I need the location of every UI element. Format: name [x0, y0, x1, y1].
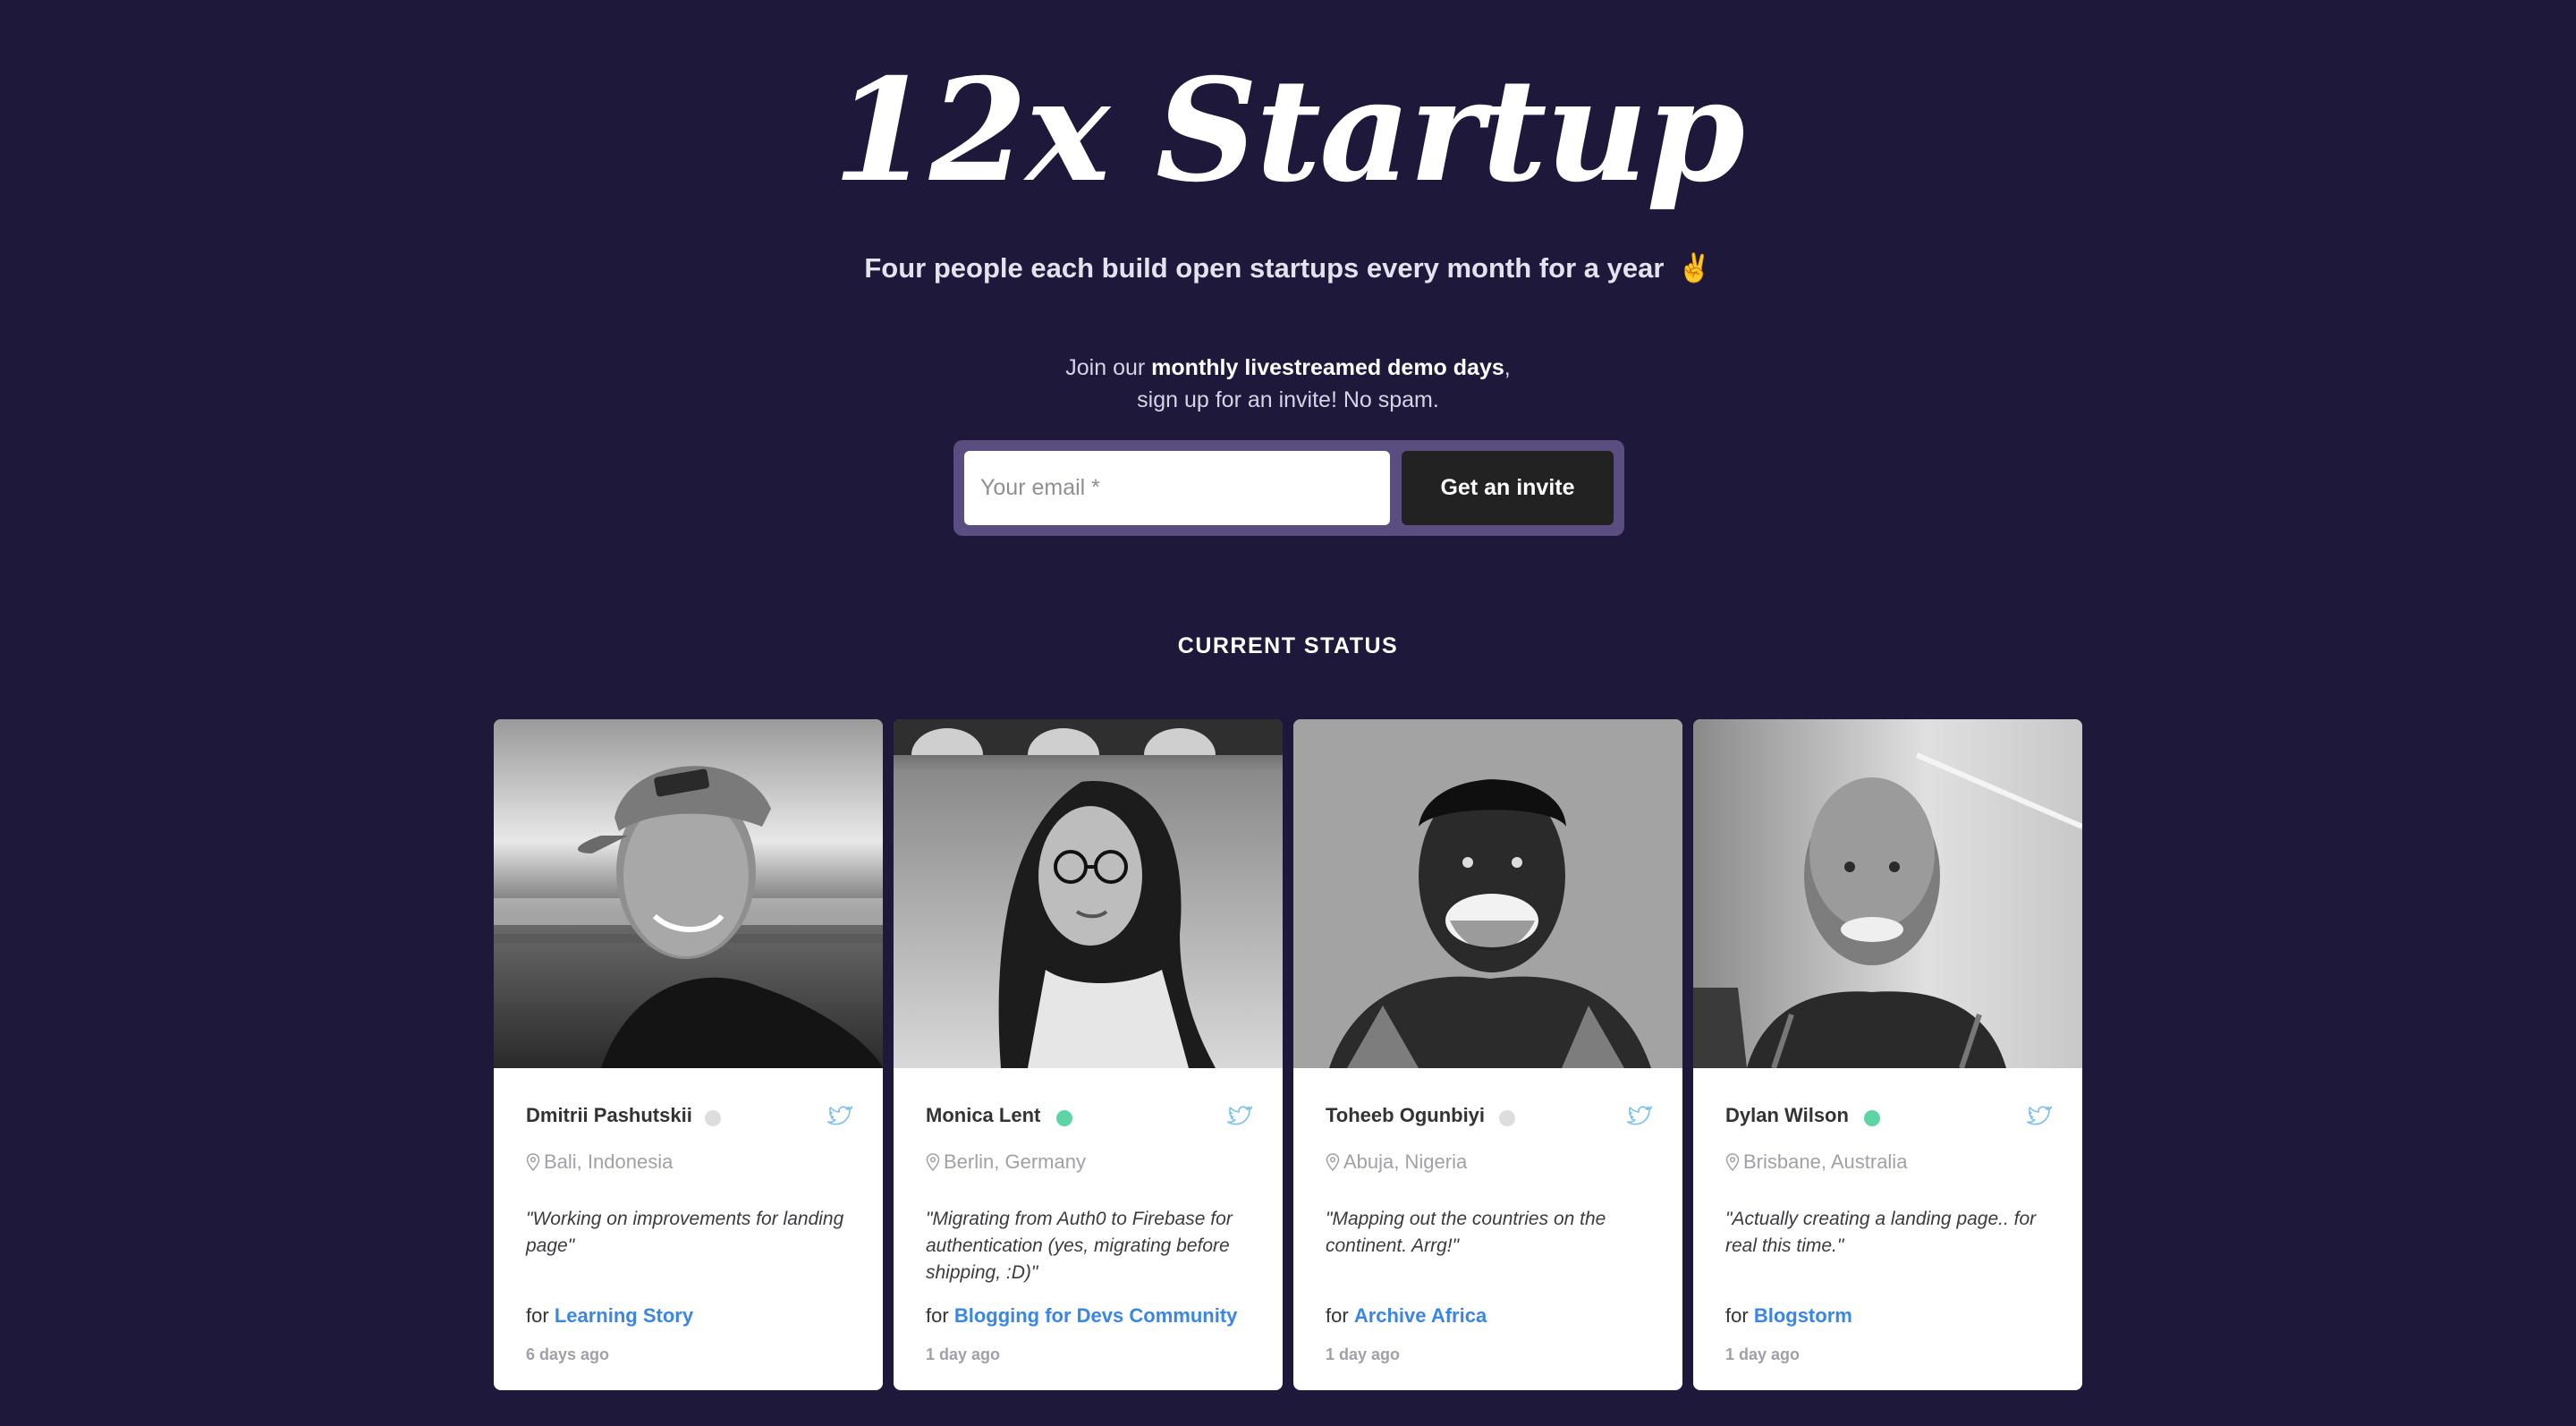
hero-subtitle-text: Four people each build open startups eve…	[864, 252, 1665, 284]
email-input[interactable]	[964, 451, 1390, 525]
update-time: 6 days ago	[526, 1345, 610, 1363]
status-quote: "Mapping out the countries on the contin…	[1326, 1209, 1606, 1256]
person-name: Monica Lent	[926, 1104, 1041, 1126]
profile-photo	[1693, 719, 2082, 1068]
status-card: Monica Lent Berlin, Germany "Migrating f…	[894, 719, 1283, 1390]
offline-status-indicator	[1499, 1110, 1515, 1126]
status-card: Toheeb Ogunbiyi Abuja, Nigeria "Mapping …	[1293, 719, 1682, 1390]
person-name: Toheeb Ogunbiyi	[1326, 1104, 1486, 1126]
location-pin-icon	[926, 1153, 940, 1171]
profile-photo	[894, 719, 1283, 1068]
hero-title: 12x Startup	[832, 48, 1745, 214]
profile-photo	[494, 719, 883, 1068]
join-suffix: ,	[1504, 355, 1511, 380]
location-pin-icon	[526, 1153, 540, 1171]
project-line: for Learning Story	[526, 1303, 693, 1329]
twitter-icon[interactable]	[1625, 1103, 1652, 1128]
person-location: Berlin, Germany	[926, 1149, 1086, 1176]
location-text: Berlin, Germany	[944, 1150, 1086, 1173]
online-status-indicator	[1864, 1110, 1880, 1126]
portrait-photo-woman-glasses-icon	[894, 719, 1283, 1068]
join-highlight: monthly livestreamed demo days	[1151, 355, 1504, 380]
location-pin-icon	[1725, 1153, 1740, 1171]
project-link[interactable]: Archive Africa	[1354, 1304, 1487, 1327]
portrait-photo-man-smiling-icon	[1293, 719, 1682, 1068]
online-status-indicator	[1056, 1110, 1072, 1126]
status-card: Dylan Wilson Brisbane, Australia "Actual…	[1693, 719, 2082, 1390]
offline-status-indicator	[705, 1110, 721, 1126]
project-link[interactable]: Blogstorm	[1754, 1304, 1852, 1327]
location-text: Brisbane, Australia	[1743, 1150, 1908, 1173]
current-status-heading: CURRENT STATUS	[1177, 633, 1399, 658]
join-description: Join our monthly livestreamed demo days,…	[0, 352, 2576, 416]
person-name: Dmitrii Pashutskii	[526, 1104, 692, 1126]
for-label: for	[1326, 1304, 1349, 1327]
person-name: Dylan Wilson	[1725, 1104, 1849, 1126]
portrait-photo-man-cap-icon	[494, 719, 883, 1068]
person-location: Brisbane, Australia	[1725, 1149, 1907, 1176]
hero-subtitle: Four people each build open startups eve…	[0, 249, 2576, 288]
location-text: Bali, Indonesia	[544, 1150, 674, 1173]
for-label: for	[1725, 1304, 1749, 1327]
status-card: Dmitrii Pashutskii Bali, Indonesia "Work…	[494, 719, 883, 1390]
status-quote: "Actually creating a landing page.. for …	[1725, 1209, 2037, 1256]
get-invite-button[interactable]: Get an invite	[1402, 451, 1614, 525]
project-line: for Blogstorm	[1725, 1303, 1852, 1329]
project-link[interactable]: Blogging for Devs Community	[954, 1304, 1238, 1327]
person-location: Bali, Indonesia	[526, 1149, 673, 1176]
for-label: for	[926, 1304, 949, 1327]
project-line: for Blogging for Devs Community	[926, 1303, 1237, 1329]
status-quote: "Working on improvements for landing pag…	[526, 1209, 844, 1256]
profile-photo	[1293, 719, 1682, 1068]
twitter-icon[interactable]	[2025, 1103, 2052, 1128]
person-location: Abuja, Nigeria	[1326, 1149, 1467, 1176]
update-time: 1 day ago	[1326, 1345, 1401, 1363]
signup-form: Get an invite	[953, 440, 1624, 536]
join-line-2: sign up for an invite! No spam.	[1137, 387, 1439, 412]
update-time: 1 day ago	[1725, 1345, 1801, 1363]
location-pin-icon	[1326, 1153, 1340, 1171]
project-line: for Archive Africa	[1326, 1303, 1487, 1329]
status-cards: Dmitrii Pashutskii Bali, Indonesia "Work…	[494, 719, 2082, 1390]
project-link[interactable]: Learning Story	[555, 1304, 693, 1327]
join-prefix: Join our	[1065, 355, 1152, 380]
twitter-icon[interactable]	[826, 1103, 852, 1128]
victory-hand-icon: ✌️	[1677, 252, 1712, 284]
status-quote: "Migrating from Auth0 to Firebase for au…	[926, 1209, 1233, 1283]
for-label: for	[526, 1304, 549, 1327]
update-time: 1 day ago	[926, 1345, 1001, 1363]
location-text: Abuja, Nigeria	[1343, 1150, 1468, 1173]
landing-page: 12x Startup Four people each build open …	[0, 0, 2576, 1426]
twitter-icon[interactable]	[1225, 1103, 1252, 1128]
portrait-photo-man-bald-icon	[1693, 719, 2082, 1068]
